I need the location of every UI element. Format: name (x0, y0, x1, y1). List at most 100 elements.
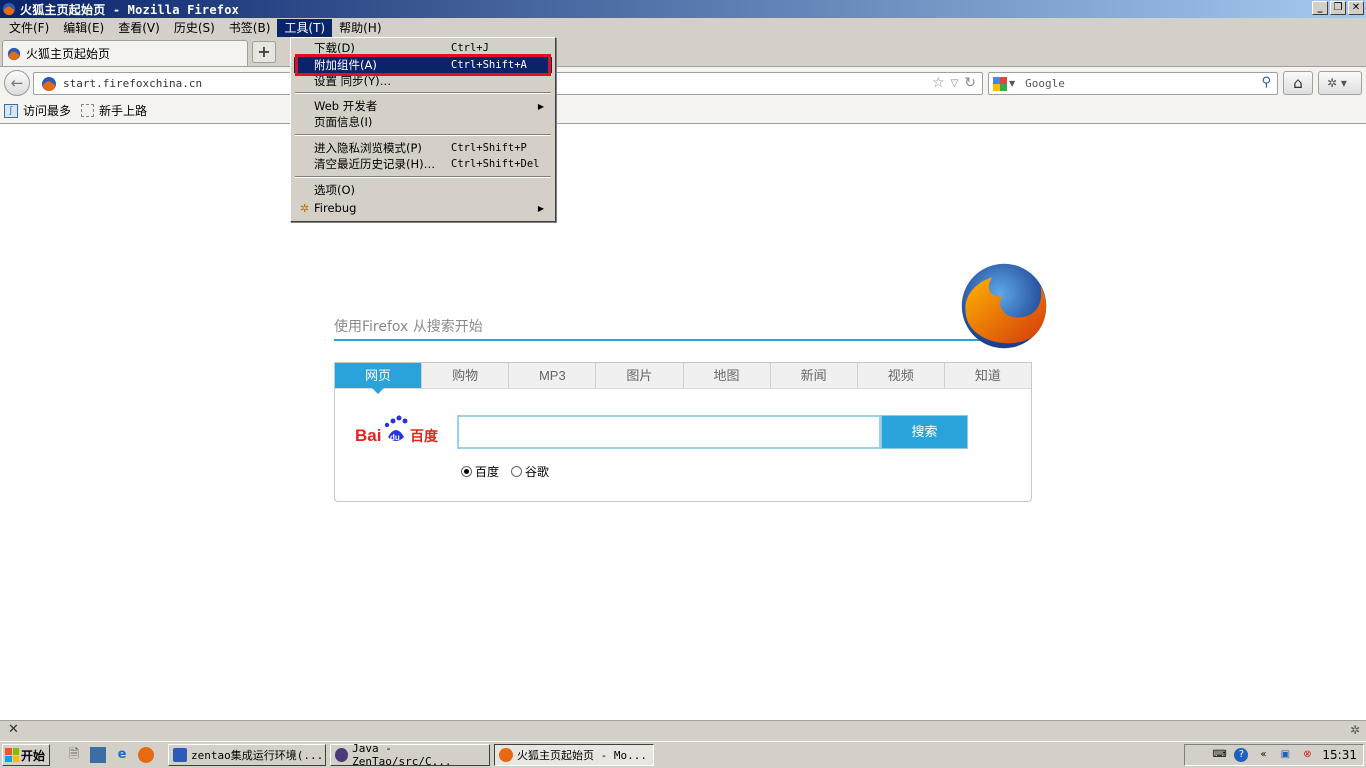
baidu-logo: Bai du 百度 (355, 415, 439, 445)
menu-tools[interactable]: 工具(T) (277, 19, 333, 37)
ie-icon[interactable]: e (114, 747, 130, 763)
new-tab-button[interactable]: + (252, 41, 276, 63)
svg-text:du: du (390, 433, 400, 442)
menu-edit[interactable]: 编辑(E) (56, 19, 111, 37)
menu-history[interactable]: 历史(S) (167, 19, 222, 37)
task-eclipse[interactable]: Java - ZenTao/src/C... (330, 742, 490, 768)
bookmarks-toolbar: ʃ 访问最多 新手上路 (0, 98, 1366, 124)
site-firefox-icon (42, 76, 56, 91)
bookmark-label: 访问最多 (23, 104, 72, 118)
menu-bookmarks[interactable]: 书签(B) (222, 19, 278, 37)
radio-baidu[interactable]: 百度 (461, 463, 499, 480)
bookmark-getting-started[interactable]: 新手上路 (81, 102, 147, 119)
radio-label: 百度 (475, 465, 500, 479)
radio-circle (511, 466, 523, 477)
search-magnifier-icon[interactable]: ⚲ (1261, 75, 1271, 90)
bookmark-folder-icon: ʃ (4, 103, 18, 118)
bookmark-label: 新手上路 (99, 104, 148, 118)
menu-separator (295, 176, 551, 178)
start-button[interactable]: 开始 (2, 744, 50, 766)
tab-web[interactable]: 网页 (335, 363, 423, 394)
close-addon-bar-icon[interactable]: ✕ (8, 722, 19, 737)
firebug-toolbar-button[interactable]: ✲ ▾ (1318, 71, 1362, 95)
menu-item-label: Firebug (314, 201, 357, 215)
navigation-toolbar: ← start.firefoxchina.cn ☆ ▽ ↻ ▼ Google ⚲… (0, 66, 1366, 98)
menu-item-page-info[interactable]: 页面信息(I) (294, 114, 552, 130)
menu-help[interactable]: 帮助(H) (332, 19, 388, 37)
system-tray: ⌨ ? « ▣ ⊗ 15:31 (1184, 744, 1364, 766)
menu-item-label: 选项(O) (314, 183, 356, 197)
tab-shopping[interactable]: 购物 (422, 363, 510, 388)
firebug-status-icon[interactable]: ✲ (1350, 723, 1360, 737)
browser-tab[interactable]: 火狐主页起始页 (2, 40, 248, 66)
desktop-icon[interactable] (90, 747, 106, 763)
tab-zhidao[interactable]: 知道 (945, 363, 1031, 388)
file-icon[interactable]: 🗎 (66, 747, 82, 763)
menu-item-label: 清空最近历史记录(H)… (314, 157, 436, 171)
minimize-button[interactable]: _ (1312, 1, 1328, 15)
dropdown-arrow-icon[interactable]: ▽ (951, 75, 959, 92)
security-icon[interactable]: ⊗ (1300, 748, 1314, 762)
tab-mp3[interactable]: MP3 (509, 363, 597, 388)
close-button[interactable]: ✕ (1348, 1, 1364, 15)
clock: 15:31 (1322, 748, 1357, 762)
task-label: zentao集成运行环境(... (191, 749, 324, 762)
search-placeholder: Google (1025, 77, 1065, 90)
radio-google[interactable]: 谷歌 (511, 463, 549, 480)
menu-bar: 文件(F) 编辑(E) 查看(V) 历史(S) 书签(B) 工具(T) 帮助(H… (0, 18, 1366, 38)
menu-item-private-browsing[interactable]: 进入隐私浏览模式(P) Ctrl+Shift+P (294, 140, 552, 156)
keyboard-icon[interactable]: ⌨ (1212, 748, 1226, 762)
menu-view[interactable]: 查看(V) (111, 19, 167, 37)
menu-item-shortcut: Ctrl+J (451, 42, 489, 54)
help-icon[interactable]: ? (1234, 748, 1249, 762)
firefox-icon (7, 47, 21, 60)
firefox-quicklaunch-icon[interactable] (138, 747, 154, 763)
tab-news[interactable]: 新闻 (771, 363, 858, 388)
svg-text:Bai: Bai (355, 426, 381, 445)
menu-item-label: 页面信息(I) (314, 115, 373, 129)
radio-label: 谷歌 (525, 465, 550, 479)
back-button[interactable]: ← (4, 70, 30, 96)
task-zentao[interactable]: zentao集成运行环境(... (168, 744, 326, 766)
bookmark-page-icon (81, 104, 95, 117)
menu-item-firebug[interactable]: ✲ Firebug ▶ (294, 200, 552, 216)
search-bar[interactable]: ▼ Google ⚲ (988, 72, 1278, 95)
slogan-text: 使用Firefox 从搜索开始 (334, 319, 483, 335)
menu-item-options[interactable]: 选项(O) (294, 182, 552, 198)
highlight-outline (295, 54, 551, 76)
menu-item-label: 进入隐私浏览模式(P) (314, 141, 422, 155)
task-label: 火狐主页起始页 - Mo... (517, 749, 647, 762)
taskbar: 开始 🗎 e zentao集成运行环境(... Java - ZenTao/sr… (0, 741, 1366, 768)
engine-dropdown-icon[interactable]: ▼ (1009, 79, 1015, 88)
menu-item-web-developer[interactable]: Web 开发者 ▶ (294, 98, 552, 114)
svg-text:百度: 百度 (410, 428, 439, 445)
url-text: start.firefoxchina.cn (63, 77, 203, 90)
radio-circle (461, 466, 472, 477)
search-button[interactable]: 搜索 (881, 415, 968, 449)
task-label: Java - ZenTao/src/C... (352, 742, 452, 768)
firefox-task-icon (499, 748, 513, 762)
restore-button[interactable]: ❐ (1330, 1, 1346, 15)
bookmark-star-icon[interactable]: ☆ (932, 75, 945, 92)
title-bar: 火狐主页起始页 - Mozilla Firefox _ ❐ ✕ (0, 0, 1366, 18)
quick-launch: 🗎 e (66, 747, 154, 763)
menu-file[interactable]: 文件(F) (2, 19, 56, 37)
menu-separator (295, 92, 551, 94)
tab-strip: 火狐主页起始页 + (0, 38, 1366, 66)
task-firefox[interactable]: 火狐主页起始页 - Mo... (494, 744, 654, 766)
tab-maps[interactable]: 地图 (684, 363, 771, 388)
reload-icon[interactable]: ↻ (964, 75, 976, 92)
firefox-logo-icon (961, 263, 1047, 349)
tab-video[interactable]: 视频 (858, 363, 945, 388)
search-category-tabs: 网页 购物 MP3 图片 地图 新闻 视频 知道 (335, 363, 1031, 394)
baidu-search-input[interactable] (457, 415, 881, 449)
home-button[interactable]: ⌂ (1283, 71, 1313, 95)
network-icon[interactable]: ▣ (1278, 748, 1292, 762)
addon-bar: ✕ ✲ (0, 720, 1366, 741)
tab-images[interactable]: 图片 (596, 363, 684, 388)
start-label: 开始 (21, 748, 46, 763)
menu-item-clear-history[interactable]: 清空最近历史记录(H)… Ctrl+Shift+Del (294, 156, 552, 172)
google-icon (993, 76, 1007, 91)
bookmark-most-visited[interactable]: ʃ 访问最多 (4, 102, 71, 119)
expand-tray-icon[interactable]: « (1256, 748, 1270, 762)
